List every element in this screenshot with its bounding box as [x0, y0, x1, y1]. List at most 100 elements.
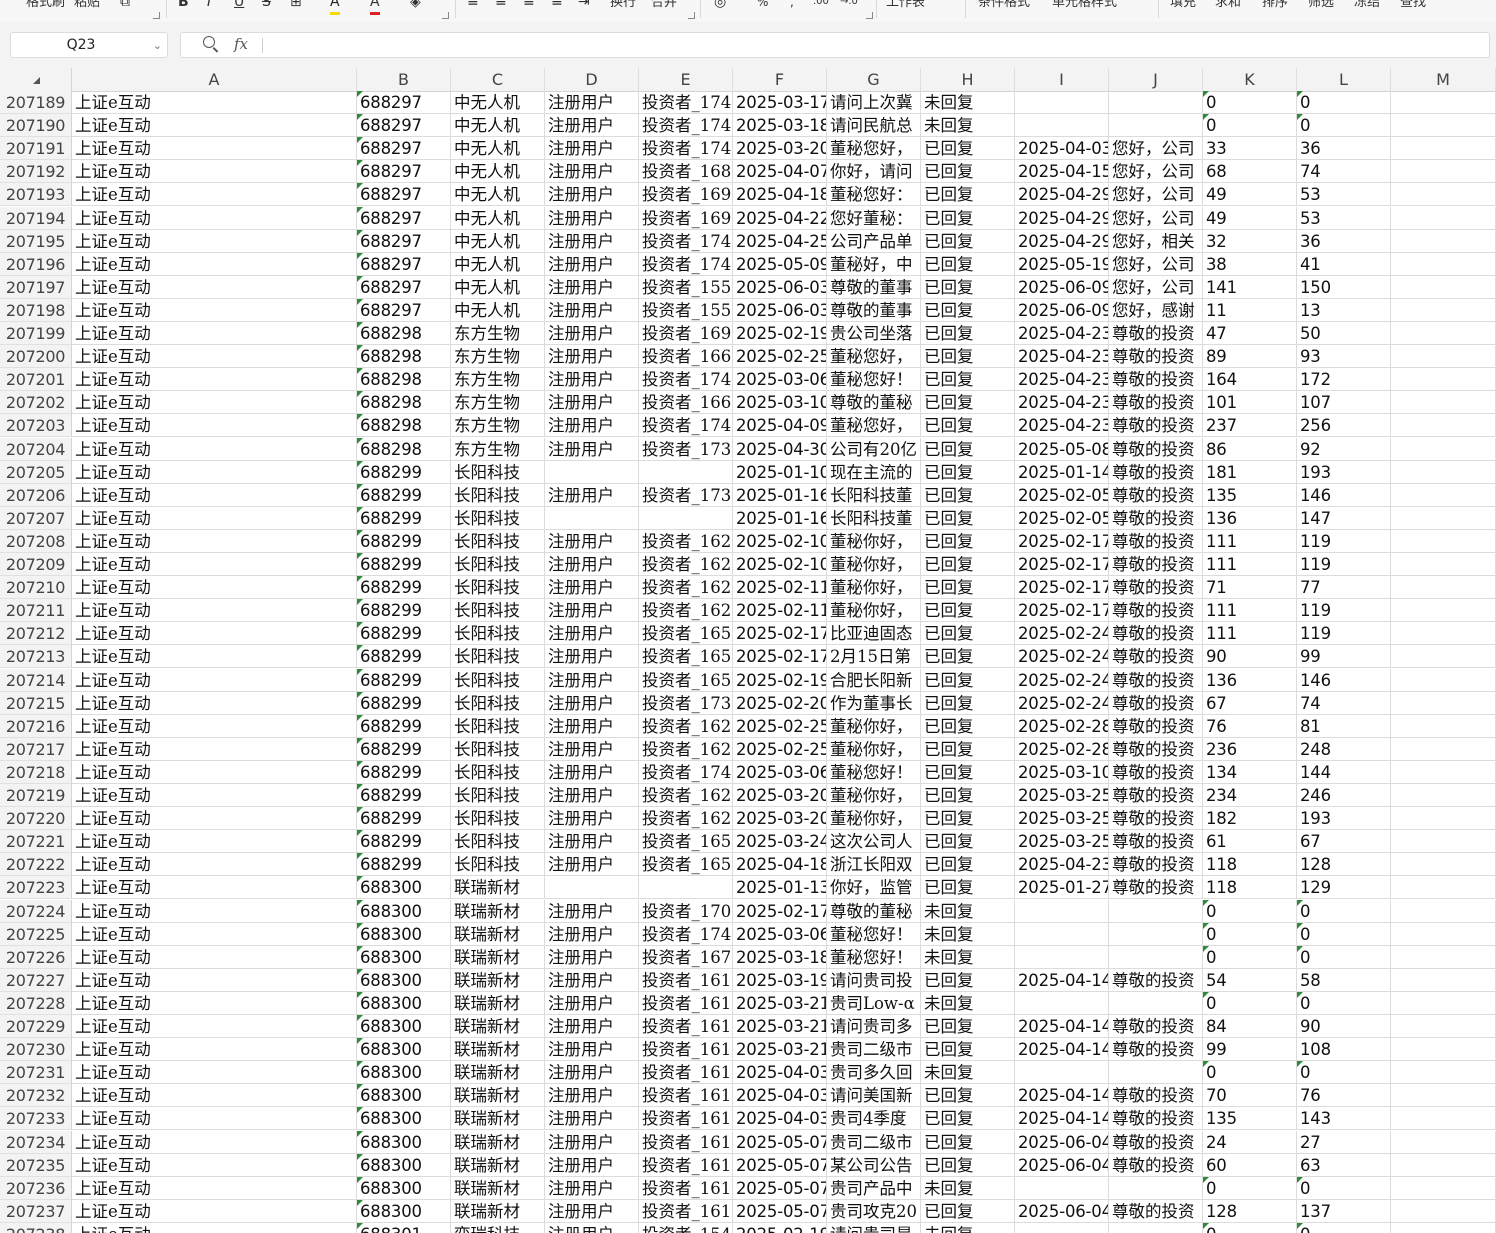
cell-f[interactable]: 2025-01-16	[733, 483, 827, 507]
cell-e[interactable]: 投资者_162	[639, 529, 733, 553]
cell-a[interactable]: 上证e互动	[72, 391, 357, 415]
cell-i[interactable]: 2025-04-23	[1015, 322, 1109, 345]
cell-c[interactable]: 中无人机	[451, 275, 545, 299]
cell-k[interactable]: 111	[1203, 599, 1297, 623]
cell-c[interactable]: 联瑞新材	[451, 1084, 545, 1108]
cell-m[interactable]	[1391, 1107, 1496, 1131]
cell-d[interactable]: 注册用户	[545, 298, 639, 322]
cell-e[interactable]: 投资者_173	[639, 691, 733, 715]
cell-j[interactable]: 尊敬的投资	[1109, 853, 1203, 877]
cell-k[interactable]: 47	[1203, 322, 1297, 345]
paste-button[interactable]: 粘贴	[74, 0, 100, 10]
underline-icon[interactable]: U	[234, 0, 244, 12]
cell-e[interactable]: 投资者_169	[639, 183, 733, 207]
cell-d[interactable]: 注册用户	[545, 252, 639, 276]
cell-f[interactable]: 2025-06-03	[733, 275, 827, 299]
cell-c[interactable]: 中无人机	[451, 160, 545, 184]
cell-l[interactable]: 0	[1297, 1176, 1391, 1200]
cell-a[interactable]: 上证e互动	[72, 968, 357, 992]
row-header[interactable]: 207203	[0, 414, 72, 438]
cell-l[interactable]: 41	[1297, 252, 1391, 276]
cell-e[interactable]: 投资者_173	[639, 483, 733, 507]
cell-c[interactable]: 东方生物	[451, 391, 545, 415]
cell-i[interactable]: 2025-02-24	[1015, 668, 1109, 692]
cell-m[interactable]	[1391, 368, 1496, 392]
cell-g[interactable]: 董秘你好，	[827, 529, 921, 553]
cell-f[interactable]: 2025-01-16	[733, 506, 827, 530]
cell-f[interactable]: 2025-04-18	[733, 853, 827, 877]
cell-d[interactable]: 注册用户	[545, 229, 639, 253]
cell-c[interactable]: 长阳科技	[451, 784, 545, 807]
cell-j[interactable]: 您好，公司	[1109, 206, 1203, 230]
cell-k[interactable]: 136	[1203, 668, 1297, 692]
cell-l[interactable]: 93	[1297, 345, 1391, 369]
cell-m[interactable]	[1391, 807, 1496, 831]
cell-d[interactable]: 注册用户	[545, 322, 639, 345]
cell-h[interactable]: 已回复	[921, 714, 1015, 738]
cell-j[interactable]: 尊敬的投资	[1109, 460, 1203, 484]
cell-f[interactable]: 2025-01-10	[733, 460, 827, 484]
cell-h[interactable]: 已回复	[921, 599, 1015, 623]
row-header[interactable]: 207214	[0, 668, 72, 692]
column-header-b[interactable]: B	[357, 68, 451, 91]
cell-e[interactable]: 投资者_165	[639, 853, 733, 877]
cell-i[interactable]	[1015, 1176, 1109, 1200]
cell-c[interactable]: 联瑞新材	[451, 1153, 545, 1177]
cell-k[interactable]: 237	[1203, 414, 1297, 438]
cell-b[interactable]: 688300	[357, 876, 451, 900]
cell-g[interactable]: 请问美国新	[827, 1084, 921, 1108]
cell-j[interactable]: 您好，相关	[1109, 229, 1203, 253]
cell-i[interactable]: 2025-02-17	[1015, 553, 1109, 576]
cell-i[interactable]: 2025-06-04	[1015, 1153, 1109, 1177]
cell-f[interactable]: 2025-02-25	[733, 737, 827, 761]
cell-l[interactable]: 193	[1297, 460, 1391, 484]
cell-k[interactable]: 89	[1203, 345, 1297, 369]
cell-i[interactable]	[1015, 114, 1109, 138]
column-header-a[interactable]: A	[72, 68, 357, 91]
cell-g[interactable]: 董秘你好，	[827, 599, 921, 623]
cell-j[interactable]	[1109, 945, 1203, 969]
cell-a[interactable]: 上证e互动	[72, 899, 357, 923]
cell-j[interactable]: 尊敬的投资	[1109, 345, 1203, 369]
cell-f[interactable]: 2025-02-19	[733, 1222, 827, 1233]
cell-j[interactable]: 尊敬的投资	[1109, 1130, 1203, 1154]
cell-d[interactable]: 注册用户	[545, 483, 639, 507]
cell-d[interactable]: 注册用户	[545, 714, 639, 738]
highlight-icon[interactable]: A	[330, 0, 340, 15]
cell-l[interactable]: 90	[1297, 1015, 1391, 1038]
cell-b[interactable]: 688300	[357, 922, 451, 946]
cell-g[interactable]: 您好董秘：	[827, 206, 921, 230]
cell-h[interactable]: 已回复	[921, 137, 1015, 161]
cell-e[interactable]: 投资者_162	[639, 807, 733, 831]
cell-k[interactable]: 0	[1203, 991, 1297, 1015]
cell-b[interactable]: 688298	[357, 414, 451, 438]
cell-d[interactable]: 注册用户	[545, 529, 639, 553]
cell-e[interactable]: 投资者_161	[639, 1084, 733, 1108]
cell-b[interactable]: 688298	[357, 322, 451, 345]
cell-c[interactable]: 长阳科技	[451, 553, 545, 576]
cell-a[interactable]: 上证e互动	[72, 275, 357, 299]
cell-d[interactable]: 注册用户	[545, 1084, 639, 1108]
cell-h[interactable]: 已回复	[921, 275, 1015, 299]
cell-c[interactable]: 长阳科技	[451, 622, 545, 646]
cell-f[interactable]: 2025-02-11	[733, 576, 827, 600]
cell-b[interactable]: 688299	[357, 483, 451, 507]
cell-l[interactable]: 147	[1297, 506, 1391, 530]
cell-e[interactable]: 投资者_167	[639, 945, 733, 969]
cell-a[interactable]: 上证e互动	[72, 114, 357, 138]
cell-l[interactable]: 119	[1297, 599, 1391, 623]
cell-h[interactable]: 已回复	[921, 784, 1015, 807]
cell-f[interactable]: 2025-02-17	[733, 899, 827, 923]
row-header[interactable]: 207199	[0, 322, 72, 345]
cell-k[interactable]: 234	[1203, 784, 1297, 807]
cell-l[interactable]: 108	[1297, 1038, 1391, 1062]
cell-d[interactable]: 注册用户	[545, 922, 639, 946]
cell-e[interactable]: 投资者_165	[639, 645, 733, 669]
cell-f[interactable]: 2025-03-20	[733, 784, 827, 807]
cell-h[interactable]: 已回复	[921, 229, 1015, 253]
cell-b[interactable]: 688299	[357, 830, 451, 854]
cell-j[interactable]: 尊敬的投资	[1109, 1038, 1203, 1062]
row-header[interactable]: 207237	[0, 1199, 72, 1223]
cell-c[interactable]: 中无人机	[451, 229, 545, 253]
cell-a[interactable]: 上证e互动	[72, 576, 357, 600]
